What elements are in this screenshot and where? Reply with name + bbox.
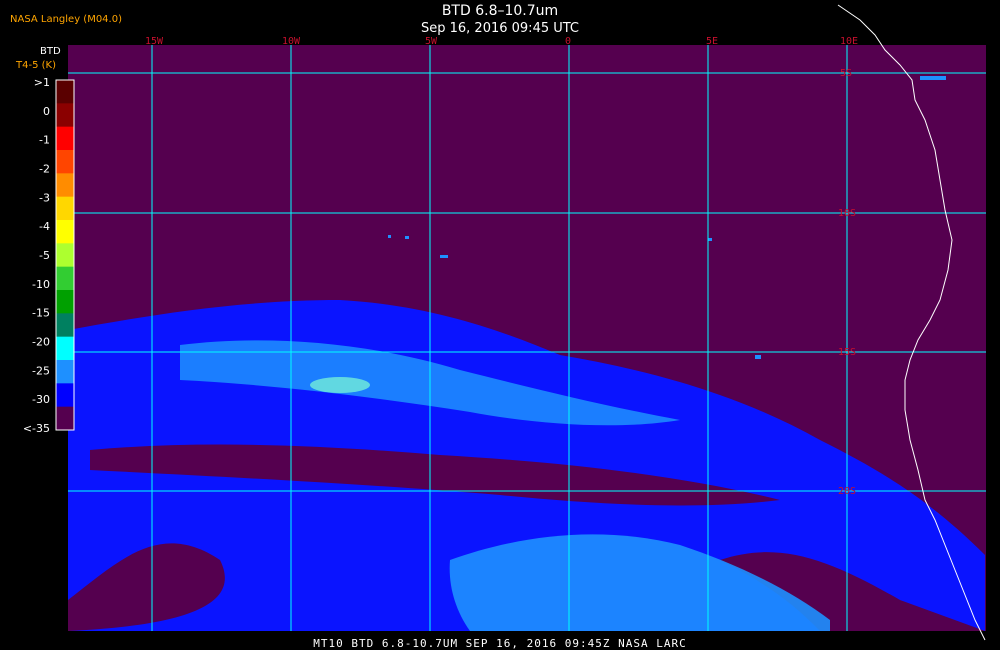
- cloud-core: [310, 377, 370, 393]
- colorbar-swatch: [56, 383, 74, 408]
- colorbar-tick-label: >1: [34, 76, 50, 89]
- colorbar-header: BTD: [40, 46, 61, 57]
- colorbar-swatch: [56, 220, 74, 244]
- map-title: BTD 6.8–10.7um: [441, 3, 559, 19]
- map-timestamp: Sep 16, 2016 09:45 UTC: [420, 21, 580, 36]
- colorbar-tick-label: -15: [32, 307, 50, 320]
- colorbar-swatch: [56, 290, 74, 314]
- lat-label: 15S: [838, 347, 856, 358]
- colorbar-swatch: [56, 313, 74, 338]
- colorbar-swatch: [56, 126, 74, 151]
- colorbar-tick-label: -1: [39, 134, 50, 147]
- lat-label: 20S: [838, 486, 856, 497]
- btd-map: 15W 10W 5W 0 5E 10E 5S 10S 15S 20S >1 0 -1…: [23, 4, 986, 641]
- colorbar-swatch: [56, 173, 74, 198]
- colorbar-units: T4-5 (K): [16, 60, 56, 71]
- lon-label: 5W: [425, 36, 438, 47]
- colorbar-swatch: [56, 360, 74, 384]
- colorbar-swatch: [56, 336, 74, 361]
- lon-label: 10W: [282, 36, 301, 47]
- colorbar-swatch: [56, 150, 74, 174]
- lon-label: 0: [565, 36, 571, 47]
- colorbar-tick-label: <-35: [23, 422, 50, 435]
- colorbar: >1 0 -1 -2 -3 -4 -5 -10 -15 -20 -25 -30 <-35: [23, 76, 75, 435]
- colorbar-swatch: [56, 266, 74, 291]
- colorbar-tick-label: -4: [39, 220, 50, 233]
- colorbar-tick-label: -5: [39, 249, 50, 262]
- colorbar-tick-label: -20: [32, 336, 50, 349]
- colorbar-swatch: [56, 103, 74, 128]
- colorbar-tick-label: -3: [39, 191, 50, 204]
- colorbar-tick-label: -30: [32, 393, 50, 406]
- footer-caption: MT10 BTD 6.8-10.7UM SEP 16, 2016 09:45Z …: [313, 637, 687, 650]
- colorbar-swatch: [56, 196, 74, 221]
- lat-label: 10S: [838, 208, 856, 219]
- colorbar-tick-label: 0: [43, 105, 50, 118]
- colorbar-swatch: [56, 406, 74, 431]
- colorbar-tick-label: -2: [39, 163, 50, 176]
- lat-label: 5S: [840, 68, 852, 79]
- lon-label: 15W: [145, 36, 164, 47]
- colorbar-tick-label: -10: [32, 278, 50, 291]
- lon-label: 10E: [840, 36, 858, 47]
- colorbar-swatch: [56, 80, 74, 104]
- colorbar-tick-label: -25: [32, 364, 50, 377]
- colorbar-swatch: [56, 243, 74, 268]
- lon-label: 5E: [706, 36, 718, 47]
